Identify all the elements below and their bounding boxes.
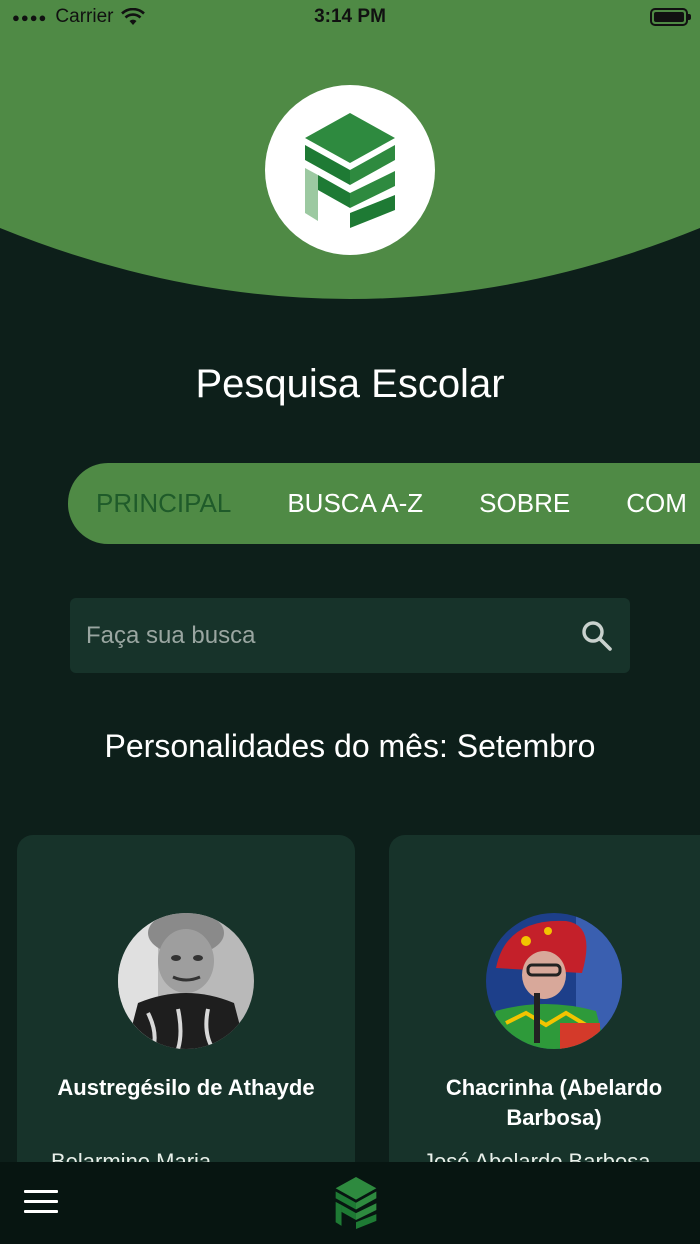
status-bar: ●●●● Carrier 3:14 PM <box>0 0 700 36</box>
logo-icon[interactable] <box>332 1177 380 1229</box>
card-name: Chacrinha (Abelardo Barbosa) <box>445 1075 663 1130</box>
battery-icon <box>650 8 691 26</box>
personality-card[interactable]: Austregésilo de Athayde Belarmino Maria <box>17 835 355 1195</box>
tab-com[interactable]: COM <box>598 488 700 519</box>
tab-principal[interactable]: PRINCIPAL <box>68 488 259 519</box>
search-input[interactable] <box>86 621 580 650</box>
tab-busca-az[interactable]: BUSCA A-Z <box>259 488 451 519</box>
tab-sobre[interactable]: SOBRE <box>451 488 598 519</box>
page-title: Pesquisa Escolar <box>195 362 505 406</box>
card-name: Austregésilo de Athayde <box>57 1075 315 1100</box>
avatar <box>486 913 622 1049</box>
search-box <box>70 598 630 673</box>
tab-bar: PRINCIPAL BUSCA A-Z SOBRE COM <box>68 463 700 544</box>
menu-icon[interactable] <box>24 1190 58 1216</box>
search-icon[interactable] <box>580 619 614 653</box>
section-title: Personalidades do mês: Setembro <box>104 728 596 764</box>
logo-icon <box>305 112 395 228</box>
app-logo <box>265 85 435 255</box>
personality-card[interactable]: Chacrinha (Abelardo Barbosa) José Abelar… <box>389 835 700 1195</box>
avatar <box>118 913 254 1049</box>
status-time: 3:14 PM <box>314 6 386 27</box>
bottom-bar <box>0 1162 700 1244</box>
